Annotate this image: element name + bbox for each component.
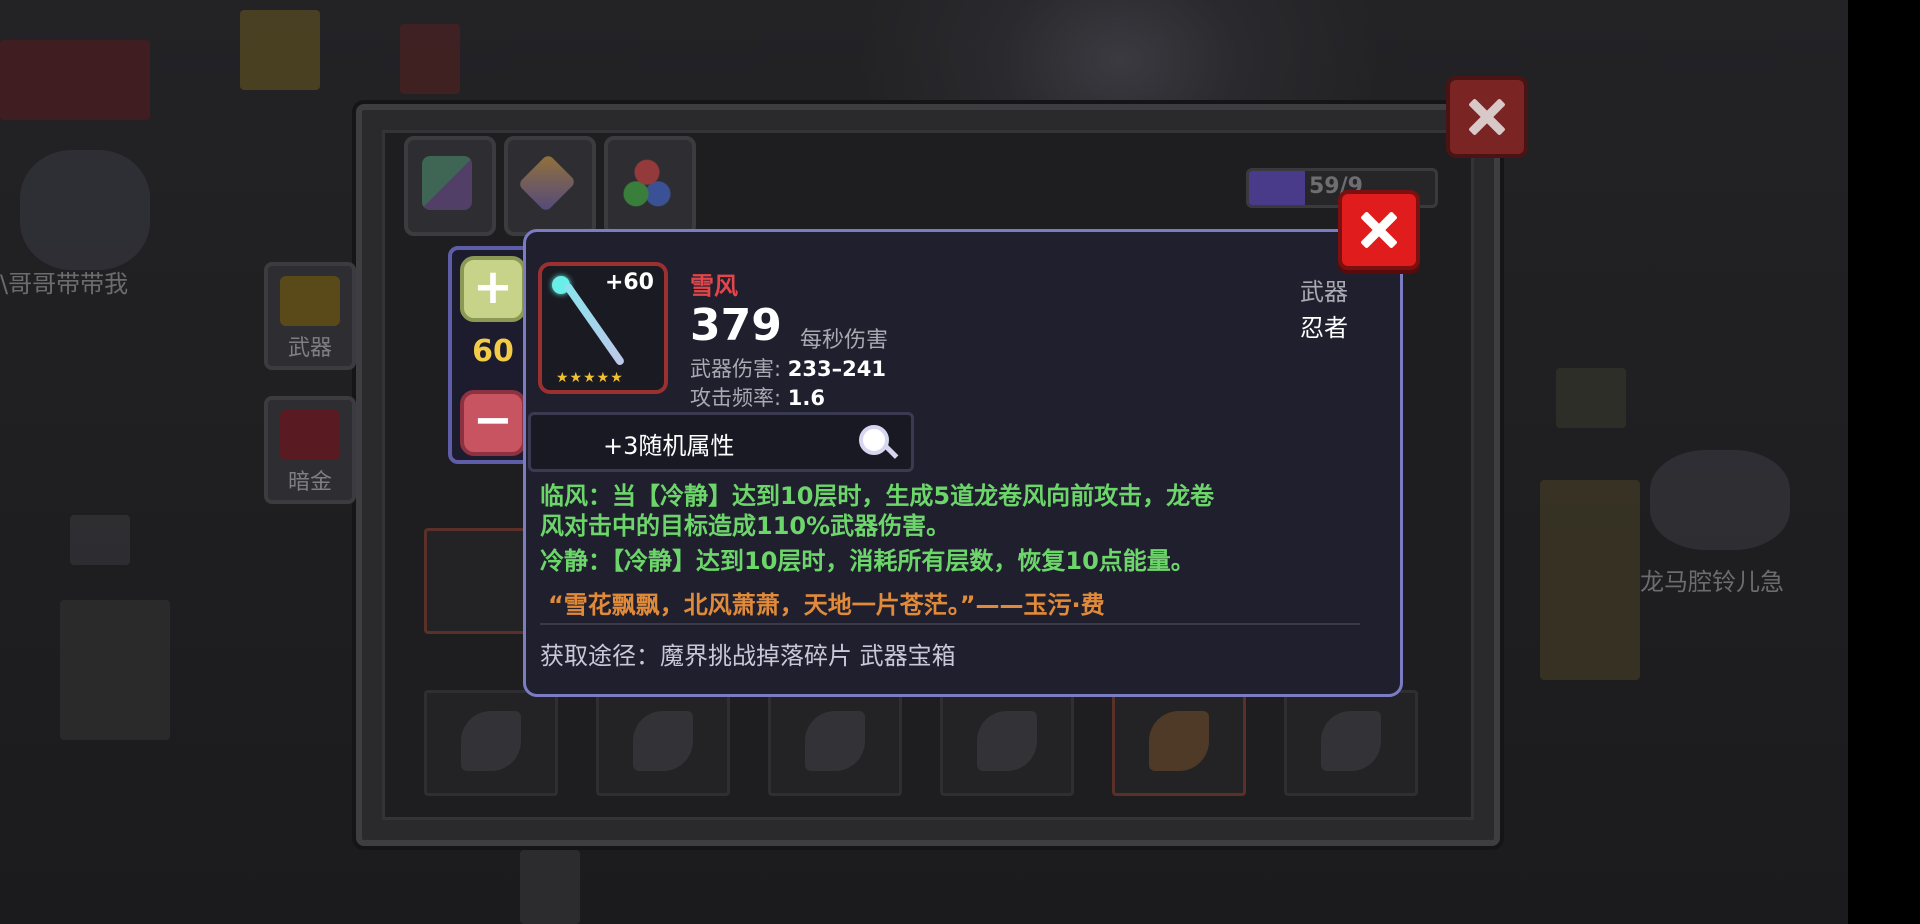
category-dark-gold[interactable]: 暗金 bbox=[264, 396, 356, 504]
attack-rate-label: 攻击频率: bbox=[690, 386, 782, 410]
item-detail-card: +60 ★★★★★ 雪风 379 每秒伤害 武器伤害: 233–241 攻击频率… bbox=[523, 229, 1403, 697]
inventory-slot[interactable] bbox=[596, 690, 730, 796]
item-icon bbox=[805, 711, 865, 771]
quantity-value: 60 bbox=[472, 334, 514, 369]
bg-npc-left bbox=[20, 150, 150, 270]
bg-gift-box bbox=[240, 10, 320, 90]
attack-rate-value: 1.6 bbox=[787, 386, 825, 410]
inventory-slot[interactable] bbox=[768, 690, 902, 796]
close-inventory-button[interactable] bbox=[1446, 76, 1528, 158]
screen-edge bbox=[1848, 0, 1920, 924]
bg-statue bbox=[1540, 480, 1640, 680]
random-attributes-label: +3随机属性 bbox=[603, 432, 735, 460]
weapon-damage-label: 武器伤害: bbox=[690, 357, 782, 381]
weapon-category-icon bbox=[280, 276, 340, 326]
magnifier-icon bbox=[859, 425, 889, 455]
bg-chair bbox=[400, 24, 460, 94]
inventory-slot[interactable] bbox=[424, 690, 558, 796]
bg-bottom-tower bbox=[520, 850, 580, 924]
bg-banner bbox=[0, 40, 150, 120]
item-class: 忍者 bbox=[1300, 314, 1348, 342]
orbs-icon bbox=[622, 156, 672, 210]
bg-speech-icon bbox=[70, 515, 130, 565]
item-icon bbox=[1149, 711, 1209, 771]
rarity-stars: ★★★★★ bbox=[556, 370, 624, 386]
bg-npc-right bbox=[1650, 450, 1790, 550]
player-name-left: \哥哥带带我 bbox=[0, 270, 129, 298]
tab-materials[interactable] bbox=[604, 136, 696, 236]
bg-crown-icon bbox=[1556, 368, 1626, 428]
weapon-damage-value: 233–241 bbox=[787, 357, 886, 381]
decrease-button[interactable]: − bbox=[460, 390, 526, 456]
category-weapons[interactable]: 武器 bbox=[264, 262, 356, 370]
category-dark-gold-label: 暗金 bbox=[287, 470, 332, 495]
effect-line-3: 冷静：【冷静】达到10层时，消耗所有层数，恢复10点能量。 bbox=[540, 547, 1195, 575]
storage-capacity-fill bbox=[1249, 171, 1305, 205]
close-detail-button[interactable] bbox=[1338, 190, 1420, 270]
level-badge: +60 bbox=[604, 270, 654, 295]
item-type: 武器 bbox=[1300, 278, 1348, 306]
effect-line-2: 风对击中的目标造成110%武器伤害。 bbox=[540, 512, 951, 540]
tab-backpack[interactable] bbox=[404, 136, 496, 236]
inventory-slot[interactable] bbox=[1112, 690, 1246, 796]
dps-label: 每秒伤害 bbox=[800, 328, 889, 353]
item-icon bbox=[633, 711, 693, 771]
item-icon bbox=[977, 711, 1037, 771]
random-attributes-button[interactable]: +3随机属性 bbox=[528, 412, 914, 472]
item-icon bbox=[461, 711, 521, 771]
weapon-portrait: +60 ★★★★★ bbox=[538, 262, 668, 394]
acquisition-source: 获取途径：魔界挑战掉落碎片 武器宝箱 bbox=[540, 642, 956, 670]
category-weapons-label: 武器 bbox=[287, 336, 332, 361]
divider bbox=[540, 623, 1360, 625]
player-name-right: 龙马腔铃儿急 bbox=[1640, 568, 1784, 596]
grid-icon bbox=[422, 156, 472, 210]
increase-button[interactable]: + bbox=[460, 256, 526, 322]
flavor-quote: “雪花飘飘，北风萧萧，天地一片苍茫。”——玉污·费 bbox=[548, 591, 1105, 619]
inventory-slot[interactable] bbox=[1284, 690, 1418, 796]
bg-cat-character bbox=[60, 600, 170, 740]
effect-line-1: 临风：当【冷静】达到10层时，生成5道龙卷风向前攻击，龙卷 bbox=[540, 482, 1215, 510]
dps-value: 379 bbox=[690, 300, 782, 351]
dark-gold-category-icon bbox=[280, 410, 340, 460]
item-icon bbox=[1321, 711, 1381, 771]
inventory-slot[interactable] bbox=[940, 690, 1074, 796]
attack-rate-stat: 攻击频率: 1.6 bbox=[690, 382, 825, 412]
tab-gems[interactable] bbox=[504, 136, 596, 236]
weapon-damage-stat: 武器伤害: 233–241 bbox=[690, 353, 886, 383]
weapon-name: 雪风 bbox=[690, 272, 738, 300]
gem-icon bbox=[517, 153, 577, 213]
